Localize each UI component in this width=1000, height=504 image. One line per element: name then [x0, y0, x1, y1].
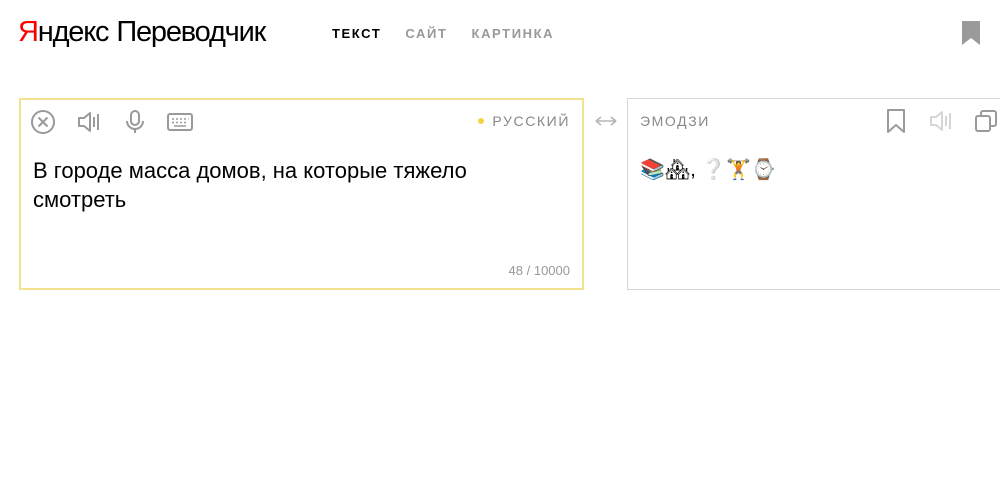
tab-site[interactable]: САЙТ [405, 26, 447, 42]
source-language-label: РУССКИЙ [492, 113, 570, 129]
header: Яндекс Переводчик ТЕКСТ САЙТ КАРТИНКА [0, 0, 1000, 70]
bookmark-icon[interactable] [882, 107, 910, 135]
logo-brand-rest: ндекс [37, 16, 110, 48]
copy-icon[interactable] [972, 107, 1000, 135]
source-panel: РУССКИЙ В городе масса домов, на которые… [19, 98, 584, 290]
language-dot [478, 118, 485, 124]
tab-image[interactable]: КАРТИНКА [472, 26, 555, 42]
character-counter: 48 / 10000 [508, 263, 570, 278]
speaker-icon[interactable] [927, 107, 955, 135]
bookmark-icon[interactable] [960, 20, 984, 46]
clear-icon[interactable] [29, 108, 57, 136]
keyboard-icon[interactable] [166, 108, 194, 136]
speaker-icon[interactable] [75, 108, 103, 136]
tabs: ТЕКСТ САЙТ КАРТИНКА [332, 26, 554, 42]
logo-brand-first: Я [18, 16, 39, 48]
microphone-icon[interactable] [121, 108, 149, 136]
translation-output: 📚🏘, ❔🏋⌚ [640, 159, 777, 181]
source-text-input[interactable]: В городе масса домов, на которые тяжело … [33, 156, 553, 214]
logo[interactable]: Яндекс Переводчик [18, 14, 266, 50]
source-language-selector[interactable]: РУССКИЙ [478, 113, 570, 129]
target-panel: ЭМОДЗИ 📚🏘, ❔🏋⌚ [627, 98, 1000, 290]
target-language-selector[interactable]: ЭМОДЗИ [640, 113, 710, 129]
swap-languages-icon[interactable] [593, 112, 619, 130]
logo-service: Переводчик [116, 16, 266, 48]
tab-text[interactable]: ТЕКСТ [332, 26, 381, 42]
